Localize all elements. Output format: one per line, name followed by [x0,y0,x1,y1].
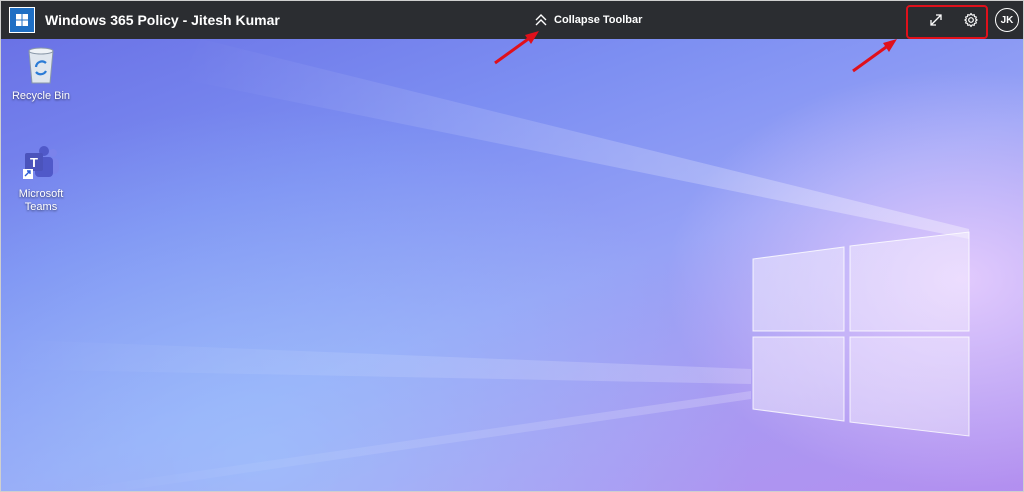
fullscreen-button[interactable] [926,10,946,30]
double-chevron-up-icon [535,14,547,26]
desktop-wallpaper: Recycle Bin T Microsoft Teams [1,39,1023,491]
teams-label-line1: Microsoft [18,188,64,200]
recycle-bin-icon [28,47,54,84]
gear-icon [964,12,978,28]
collapse-toolbar-button[interactable]: Collapse Toolbar [533,9,642,31]
session-toolbar: Windows 365 Policy - Jitesh Kumar Collap… [1,1,1023,39]
windows-365-icon [9,7,35,33]
teams-label-line2: Teams [24,201,58,213]
windows-logo-light-beams [1,39,970,491]
desktop-item-recycle-bin[interactable]: Recycle Bin [6,45,76,103]
microsoft-teams-icon: T [23,146,59,179]
expand-diagonal-icon [930,14,942,26]
recycle-bin-label: Recycle Bin [11,90,71,102]
cloud-pc-window: Windows 365 Policy - Jitesh Kumar Collap… [0,0,1024,492]
session-title: Windows 365 Policy - Jitesh Kumar [45,12,280,28]
settings-button[interactable] [961,10,981,30]
user-avatar[interactable]: JK [995,8,1019,32]
svg-text:T: T [30,155,38,170]
desktop-item-microsoft-teams[interactable]: T Microsoft Teams [6,145,76,214]
collapse-toolbar-label: Collapse Toolbar [554,14,643,26]
